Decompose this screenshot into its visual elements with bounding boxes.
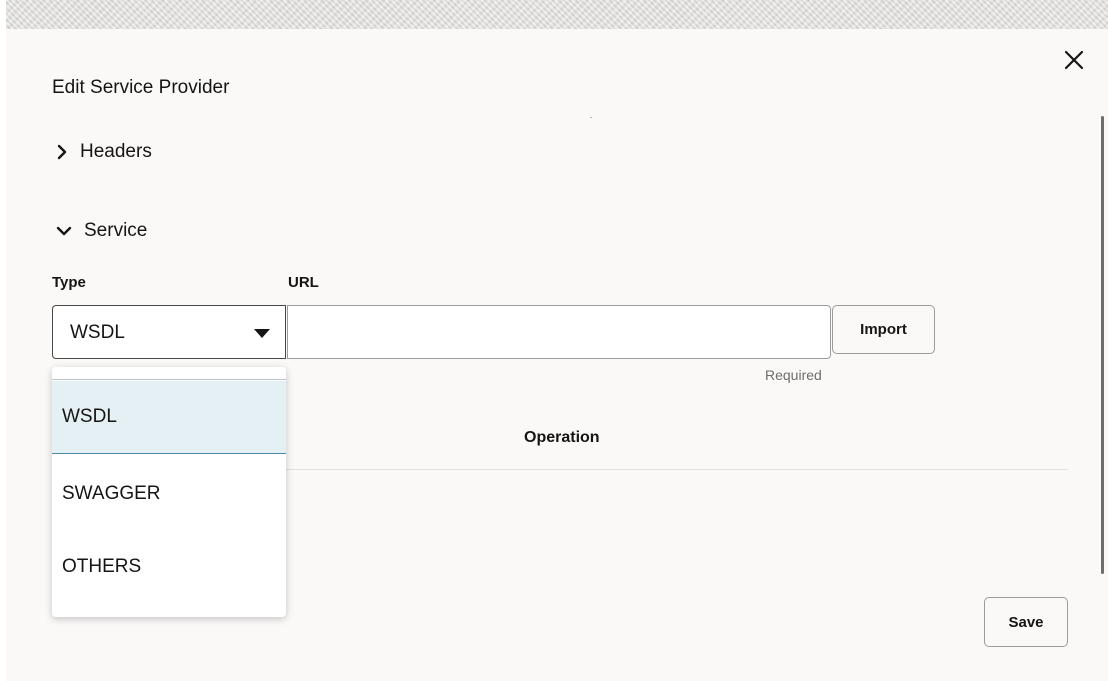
close-icon[interactable] — [1062, 48, 1086, 72]
type-dropdown-list: WSDL SWAGGER OTHERS — [52, 367, 286, 617]
url-required-hint: Required — [765, 367, 822, 383]
decorative-dot — [590, 117, 592, 118]
dialog-title: Edit Service Provider — [52, 77, 230, 98]
headers-section-toggle[interactable]: Headers — [56, 141, 152, 163]
dropdown-option-swagger[interactable]: SWAGGER — [52, 458, 286, 530]
service-section-toggle[interactable]: Service — [56, 220, 147, 242]
page: Edit Service Provider Headers Service Ty… — [0, 0, 1108, 681]
type-select[interactable]: WSDL — [52, 305, 286, 359]
save-button[interactable]: Save — [984, 597, 1068, 647]
dropdown-option-wsdl[interactable]: WSDL — [52, 381, 286, 454]
url-field-label: URL — [288, 274, 319, 291]
type-select-value: WSDL — [70, 322, 125, 343]
dialog-scrollbar[interactable] — [1101, 116, 1104, 574]
dropdown-divider — [52, 379, 286, 380]
service-section-label: Service — [84, 220, 148, 241]
caret-down-icon — [254, 329, 270, 338]
import-button[interactable]: Import — [832, 305, 935, 354]
chevron-down-icon — [56, 226, 72, 236]
background-overlay — [6, 0, 1108, 29]
chevron-right-icon — [57, 144, 67, 160]
operation-column-header: Operation — [524, 429, 600, 446]
headers-section-label: Headers — [80, 141, 152, 162]
type-field-label: Type — [52, 274, 86, 291]
url-input[interactable] — [287, 305, 831, 359]
dropdown-option-others[interactable]: OTHERS — [52, 531, 286, 603]
table-divider — [286, 469, 1068, 470]
